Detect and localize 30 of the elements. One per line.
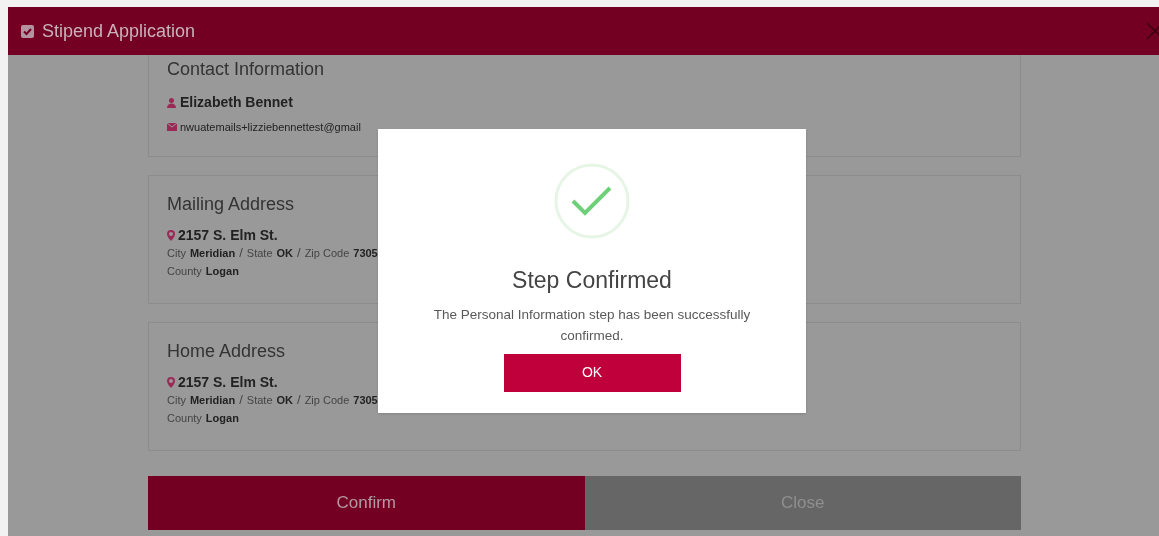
city-label: City bbox=[167, 246, 186, 261]
separator: / bbox=[239, 244, 243, 262]
state-value: OK bbox=[276, 393, 293, 408]
window-title: Stipend Application bbox=[42, 19, 196, 43]
zip-label: Zip Code bbox=[304, 393, 350, 408]
zip-value: 7305 bbox=[353, 246, 378, 261]
state-value: OK bbox=[276, 246, 293, 261]
dialog-title: Step Confirmed bbox=[512, 266, 672, 295]
county-label: County bbox=[167, 264, 202, 279]
street-address: 2157 S. Elm St. bbox=[178, 373, 278, 391]
card-heading: Contact Information bbox=[167, 58, 326, 81]
separator: / bbox=[297, 391, 301, 409]
city-value: Meridian bbox=[189, 246, 236, 261]
contact-email: nwuatemails+lizziebennettest@gmail bbox=[180, 120, 361, 135]
county-value: Logan bbox=[205, 411, 239, 426]
state-label: State bbox=[246, 393, 273, 408]
card-heading: Home Address bbox=[167, 340, 287, 363]
zip-value: 7305 bbox=[353, 393, 378, 408]
county-label: County bbox=[167, 411, 202, 426]
separator: / bbox=[239, 391, 243, 409]
separator: / bbox=[297, 244, 301, 262]
card-heading: Mailing Address bbox=[167, 193, 296, 216]
city-value: Meridian bbox=[189, 393, 236, 408]
dialog-message: The Personal Information step has been successfully confirmed. bbox=[432, 305, 752, 345]
zip-label: Zip Code bbox=[304, 246, 350, 261]
contact-name: Elizabeth Bennet bbox=[180, 93, 293, 112]
street-address: 2157 S. Elm St. bbox=[178, 226, 278, 244]
county-value: Logan bbox=[205, 264, 239, 279]
city-label: City bbox=[167, 393, 186, 408]
state-label: State bbox=[246, 246, 273, 261]
